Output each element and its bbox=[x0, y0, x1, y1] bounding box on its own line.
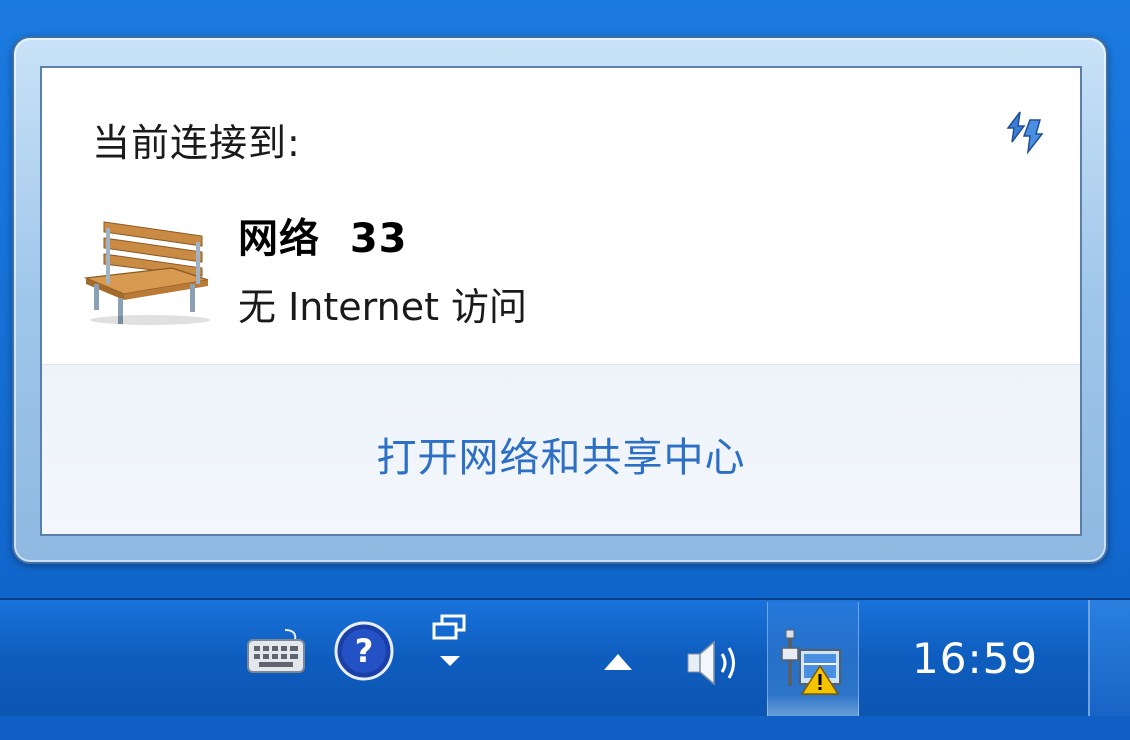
network-name: 网络 33 bbox=[238, 216, 408, 262]
volume-icon[interactable] bbox=[684, 636, 744, 690]
refresh-arrows-icon[interactable] bbox=[994, 106, 1050, 158]
flyout-content: 当前连接到: 网络 33 无 Internet 访问 打开网络和共享中心 bbox=[40, 66, 1082, 536]
network-flyout: 当前连接到: 网络 33 无 Internet 访问 打开网络和共享中心 bbox=[12, 36, 1108, 564]
link-pane: 打开网络和共享中心 bbox=[42, 364, 1080, 534]
connection-info-pane: 当前连接到: 网络 33 无 Internet 访问 bbox=[42, 68, 1080, 364]
connected-to-label: 当前连接到: bbox=[92, 121, 301, 165]
show-hidden-icons-arrow[interactable] bbox=[600, 650, 636, 672]
keyboard-icon[interactable] bbox=[245, 626, 307, 676]
show-desktop-button[interactable] bbox=[1088, 600, 1130, 720]
taskbar-bottom-strip bbox=[0, 716, 1130, 740]
network-warning-icon[interactable] bbox=[780, 628, 844, 696]
network-status: 无 Internet 访问 bbox=[238, 285, 528, 329]
svg-text:?: ? bbox=[355, 632, 374, 670]
help-icon[interactable]: ? bbox=[333, 620, 395, 682]
restore-windows-icon[interactable] bbox=[430, 614, 470, 670]
clock[interactable]: 16:59 bbox=[912, 634, 1038, 683]
open-network-sharing-center-link[interactable]: 打开网络和共享中心 bbox=[42, 425, 1080, 483]
bench-icon bbox=[83, 221, 210, 325]
